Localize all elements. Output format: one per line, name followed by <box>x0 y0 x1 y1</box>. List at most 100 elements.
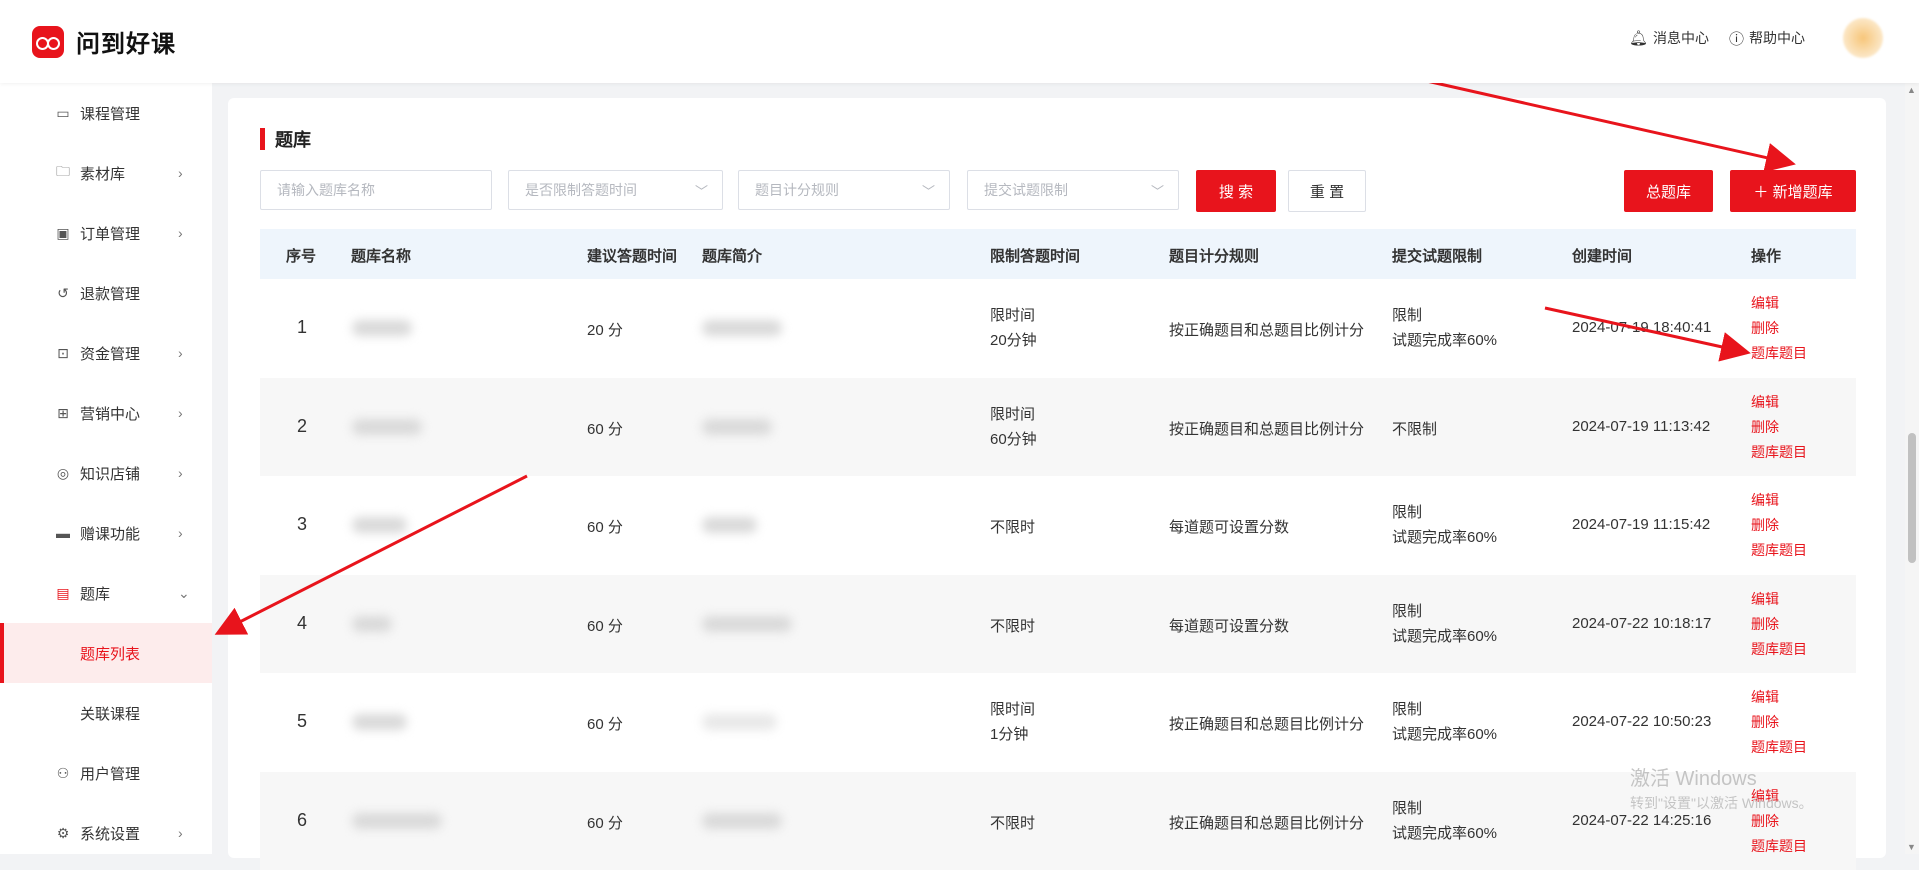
messages-link[interactable]: 🔔︎ 消息中心 <box>1629 28 1709 48</box>
scroll-up-icon[interactable]: ▲ <box>1907 85 1916 95</box>
delete-link[interactable]: 删除 <box>1751 316 1807 341</box>
row-created: 2024-07-19 11:15:42 <box>1572 516 1710 533</box>
sidebar-item-materials[interactable]: 🗀 素材库 › <box>0 143 212 203</box>
table-row: 2 60 分 限时间60分钟 按正确题目和总题目比例计分 不限制 2024-07… <box>260 378 1856 477</box>
sidebar-item-users[interactable]: ⚇ 用户管理 <box>0 743 212 803</box>
table-row: 3 60 分 不限时 每道题可设置分数 限制试题完成率60% 2024-07-1… <box>260 476 1856 575</box>
row-seq: 1 <box>297 317 307 338</box>
col-header-intro: 题库简介 <box>702 245 762 266</box>
questions-link[interactable]: 题库题目 <box>1751 440 1807 465</box>
messages-label: 消息中心 <box>1653 28 1709 48</box>
row-actions: 编辑 删除 题库题目 <box>1751 390 1807 465</box>
scoring-rule-select[interactable]: 题目计分规则 ﹀ <box>738 170 950 210</box>
col-header-ops: 操作 <box>1751 245 1781 266</box>
row-suggest-time: 20 分 <box>587 319 623 340</box>
sidebar-item-question-bank-list[interactable]: 题库列表 <box>0 623 212 683</box>
bell-icon: 🔔︎ <box>1629 29 1648 47</box>
page-title-bar: 题库 <box>260 126 311 152</box>
questions-link[interactable]: 题库题目 <box>1751 834 1807 859</box>
scoring-placeholder: 题目计分规则 <box>755 180 839 200</box>
blurred-intro <box>702 517 757 533</box>
blurred-bank-name <box>352 517 407 533</box>
reset-button[interactable]: 重 置 <box>1288 170 1366 212</box>
main-panel: 题库 是否限制答题时间 ﹀ 题目计分规则 ﹀ 提交试题限制 ﹀ 搜 索 重 置 … <box>228 98 1886 858</box>
questions-link[interactable]: 题库题目 <box>1751 637 1807 662</box>
questions-link[interactable]: 题库题目 <box>1751 538 1807 563</box>
scroll-thumb[interactable] <box>1908 433 1916 563</box>
edit-link[interactable]: 编辑 <box>1751 488 1807 513</box>
monitor-icon: ▣ <box>54 225 72 242</box>
sidebar-item-settings[interactable]: ⚙ 系统设置 › <box>0 803 212 863</box>
sidebar-item-label: 赠课功能 <box>80 523 140 544</box>
row-created: 2024-07-19 11:13:42 <box>1572 418 1710 435</box>
sidebar-item-courses[interactable]: ▭ 课程管理 <box>0 83 212 143</box>
delete-link[interactable]: 删除 <box>1751 710 1807 735</box>
chevron-right-icon: › <box>178 525 183 541</box>
sidebar-item-gift-courses[interactable]: ▬ 赠课功能 › <box>0 503 212 563</box>
row-seq: 4 <box>297 613 307 634</box>
help-link[interactable]: ⓘ 帮助中心 <box>1729 28 1805 49</box>
blurred-intro <box>702 419 772 435</box>
top-header: 问到好课 🔔︎ 消息中心 ⓘ 帮助中心 <box>0 0 1919 83</box>
edit-link[interactable]: 编辑 <box>1751 587 1807 612</box>
sidebar-item-marketing[interactable]: ⊞ 营销中心 › <box>0 383 212 443</box>
blurred-bank-name <box>352 813 442 829</box>
row-created: 2024-07-19 18:40:41 <box>1572 319 1711 336</box>
table-row: 6 60 分 不限时 按正确题目和总题目比例计分 限制试题完成率60% 2024… <box>260 772 1856 870</box>
row-suggest-time: 60 分 <box>587 418 623 439</box>
table-row: 4 60 分 不限时 每道题可设置分数 限制试题完成率60% 2024-07-2… <box>260 575 1856 674</box>
row-suggest-time: 60 分 <box>587 615 623 636</box>
blurred-bank-name <box>352 320 412 336</box>
time-limit-select[interactable]: 是否限制答题时间 ﹀ <box>508 170 723 210</box>
row-submit-limit: 限制试题完成率60% <box>1392 599 1497 649</box>
edit-link[interactable]: 编辑 <box>1751 685 1807 710</box>
row-scoring: 按正确题目和总题目比例计分 <box>1169 713 1364 734</box>
delete-link[interactable]: 删除 <box>1751 612 1807 637</box>
questions-link[interactable]: 题库题目 <box>1751 735 1807 760</box>
page-title: 题库 <box>275 126 311 152</box>
delete-link[interactable]: 删除 <box>1751 415 1807 440</box>
submit-limit-select[interactable]: 提交试题限制 ﹀ <box>967 170 1179 210</box>
windows-activation-watermark: 激活 Windows 转到"设置"以激活 Windows。 <box>1630 762 1813 813</box>
sidebar: ▭ 课程管理 🗀 素材库 › ▣ 订单管理 › ↺ 退款管理 ⊡ 资金管理 › … <box>0 83 212 854</box>
delete-link[interactable]: 删除 <box>1751 513 1807 538</box>
gift-icon: ⊞ <box>54 405 72 422</box>
row-scoring: 每道题可设置分数 <box>1169 615 1289 636</box>
sidebar-item-funds[interactable]: ⊡ 资金管理 › <box>0 323 212 383</box>
row-actions: 编辑 删除 题库题目 <box>1751 587 1807 662</box>
row-actions: 编辑 删除 题库题目 <box>1751 291 1807 366</box>
add-bank-button[interactable]: ＋ 新增题库 <box>1730 170 1856 212</box>
chevron-right-icon: › <box>178 225 183 241</box>
page-scrollbar[interactable]: ▲ ▼ <box>1905 83 1919 854</box>
row-seq: 5 <box>297 711 307 732</box>
sidebar-item-question-bank[interactable]: ▤ 题库 ⌄ <box>0 563 212 623</box>
app-logo[interactable]: 问到好课 <box>32 24 176 59</box>
sidebar-item-label: 素材库 <box>80 163 125 184</box>
blurred-intro <box>702 813 782 829</box>
sidebar-item-related-courses[interactable]: 关联课程 <box>0 683 212 743</box>
sidebar-item-orders[interactable]: ▣ 订单管理 › <box>0 203 212 263</box>
row-scoring: 按正确题目和总题目比例计分 <box>1169 812 1364 833</box>
help-circle-icon: ⓘ <box>1729 28 1744 49</box>
search-button[interactable]: 搜 索 <box>1196 170 1276 212</box>
wallet-icon: ⊡ <box>54 345 72 362</box>
edit-link[interactable]: 编辑 <box>1751 291 1807 316</box>
title-marker <box>260 128 265 150</box>
bank-name-input[interactable] <box>260 170 492 210</box>
scroll-down-icon[interactable]: ▼ <box>1907 842 1916 852</box>
row-limit-time: 不限时 <box>990 516 1035 537</box>
row-created: 2024-07-22 10:50:23 <box>1572 713 1711 730</box>
questions-link[interactable]: 题库题目 <box>1751 341 1807 366</box>
row-scoring: 每道题可设置分数 <box>1169 516 1289 537</box>
row-submit-limit: 限制试题完成率60% <box>1392 303 1497 353</box>
total-bank-button[interactable]: 总题库 <box>1624 170 1713 212</box>
sidebar-item-shop[interactable]: ◎ 知识店铺 › <box>0 443 212 503</box>
avatar[interactable] <box>1843 18 1883 58</box>
sidebar-item-refunds[interactable]: ↺ 退款管理 <box>0 263 212 323</box>
row-limit-time: 限时间60分钟 <box>990 402 1037 452</box>
gear-icon: ⚙ <box>54 825 72 842</box>
edit-link[interactable]: 编辑 <box>1751 390 1807 415</box>
col-header-scoring: 题目计分规则 <box>1169 245 1259 266</box>
col-header-suggest-time: 建议答题时间 <box>587 245 677 266</box>
sidebar-item-label: 关联课程 <box>80 703 140 724</box>
